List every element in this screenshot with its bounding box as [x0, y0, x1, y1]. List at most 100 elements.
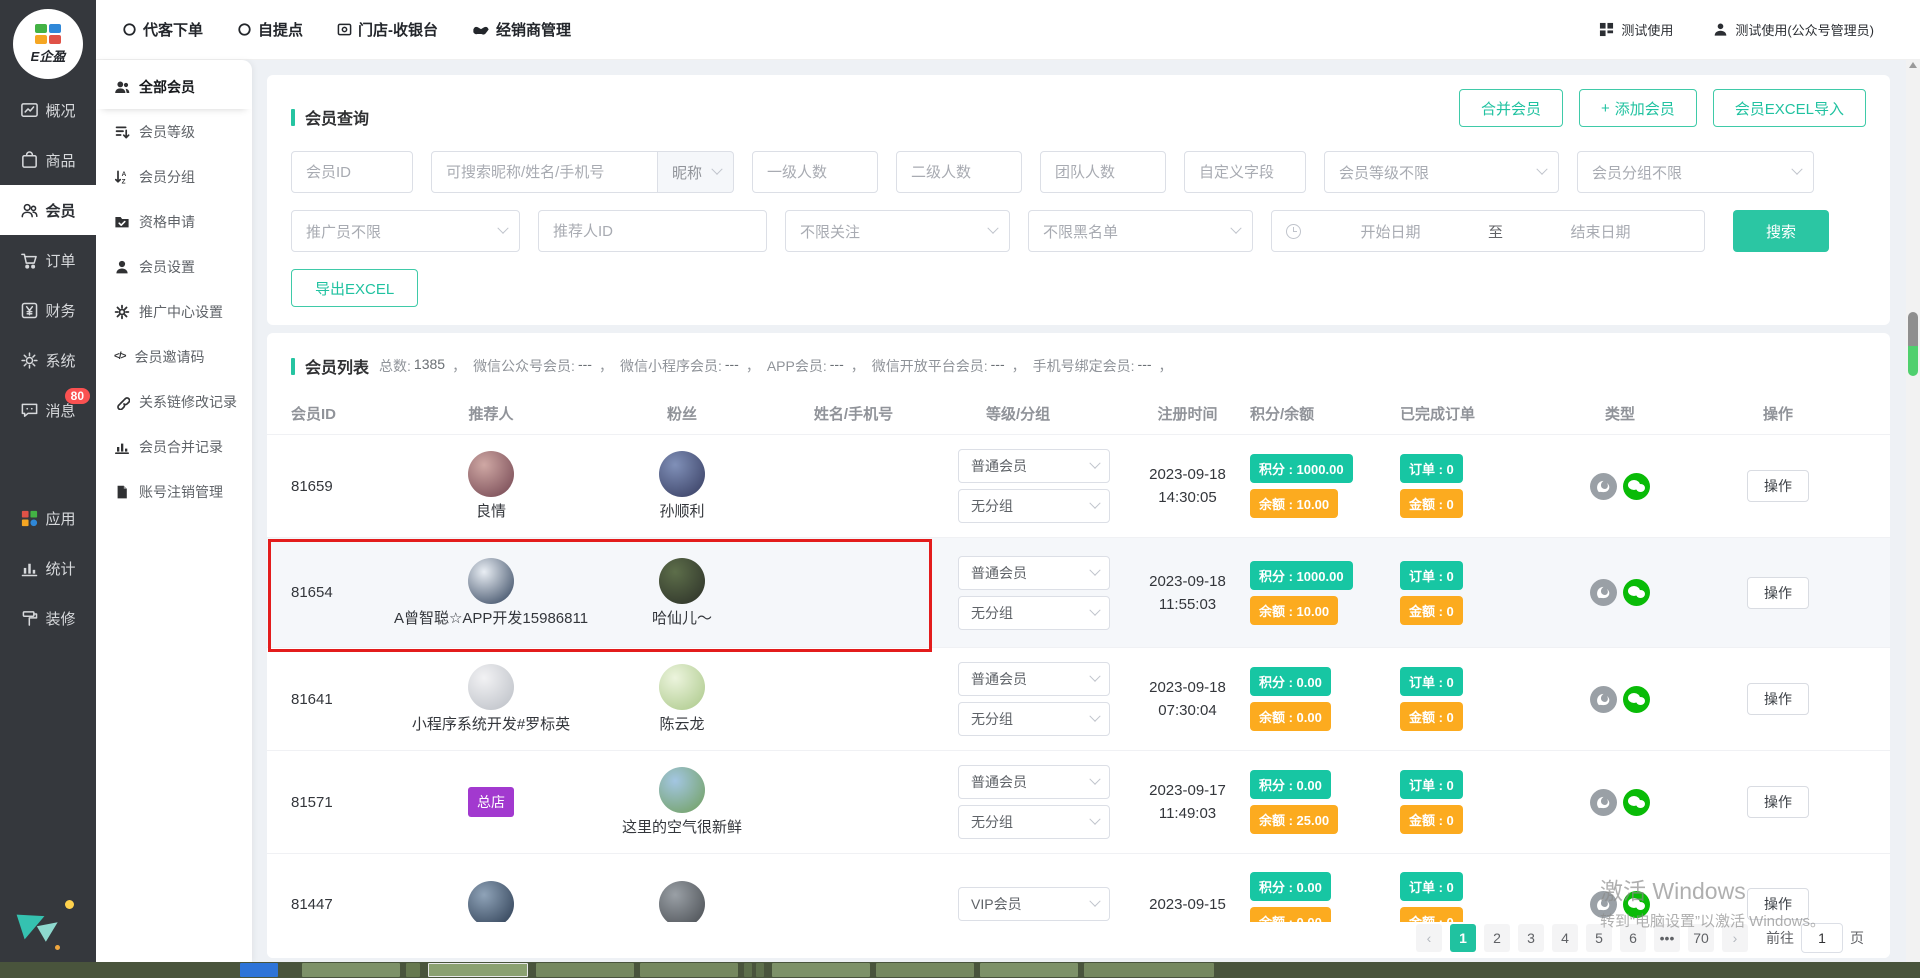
filter-input[interactable]	[539, 223, 766, 240]
pagination-page-2[interactable]: 2	[1484, 924, 1510, 952]
nav-item-2[interactable]: 自提点	[237, 19, 303, 40]
search-button[interactable]: 搜索	[1733, 210, 1829, 252]
submenu-item-chart[interactable]: 会员合并记录	[96, 424, 252, 469]
member-level-select[interactable]: 普通会员	[958, 449, 1110, 483]
pagination-page-3[interactable]: 3	[1518, 924, 1544, 952]
pagination-next-button[interactable]: ›	[1722, 924, 1748, 952]
filter-select-2-0[interactable]: 推广员不限	[291, 210, 520, 252]
sidebar-item-users[interactable]: 会员	[0, 185, 96, 235]
scrollbar-thumb[interactable]	[1908, 312, 1918, 376]
taskbar-window-thumbnail[interactable]	[406, 963, 420, 977]
stat-label: 微信小程序会员:	[620, 356, 722, 376]
taskbar-window-thumbnail[interactable]	[640, 963, 738, 977]
filter-input[interactable]	[292, 164, 412, 181]
member-level-select[interactable]: 普通会员	[958, 662, 1110, 696]
row-action-button[interactable]: 操作	[1747, 888, 1809, 920]
member-level-select[interactable]: 普通会员	[958, 556, 1110, 590]
referrer-cell	[375, 881, 607, 927]
keyword-search-composite: 昵称	[431, 151, 734, 193]
windows-taskbar[interactable]	[0, 962, 1920, 978]
query-title: 会员查询	[305, 105, 369, 129]
sidebar-item-gear[interactable]: 系统	[0, 335, 96, 385]
sidebar-item-monitor[interactable]: 概况	[0, 85, 96, 135]
chevron-down-icon	[1089, 711, 1100, 722]
sidebar-item-cart[interactable]: 订单	[0, 235, 96, 285]
page-goto-input[interactable]	[1801, 923, 1843, 953]
export-excel-button[interactable]: 导出EXCEL	[291, 269, 418, 307]
submenu-item-sortaz[interactable]: AZ会员分组	[96, 154, 252, 199]
member-group-select[interactable]: 无分组	[958, 489, 1110, 523]
nav-item-4[interactable]: 经销商管理	[472, 19, 571, 40]
member-group-select[interactable]: 无分组	[958, 702, 1110, 736]
add-member-button[interactable]: +添加会员	[1579, 89, 1697, 127]
points-badge: 积分 : 0.00	[1250, 770, 1331, 799]
keyword-search-input[interactable]	[432, 164, 657, 181]
taskbar-window-thumbnail[interactable]	[876, 963, 974, 977]
pagination-page-4[interactable]: 4	[1552, 924, 1578, 952]
filter-input[interactable]	[1041, 164, 1165, 181]
member-excel-import-button[interactable]: 会员EXCEL导入	[1713, 89, 1866, 127]
filter-input[interactable]	[1185, 164, 1305, 181]
taskbar-window-thumbnail[interactable]	[772, 963, 870, 977]
member-level-select[interactable]: 普通会员	[958, 765, 1110, 799]
submenu-item-doc[interactable]: 账号注销管理	[96, 469, 252, 514]
submenu-item-users2[interactable]: 全部会员	[96, 64, 252, 109]
filter-select-2-2[interactable]: 不限关注	[785, 210, 1010, 252]
code-icon: </>	[114, 351, 125, 362]
sidebar-item-yen[interactable]: 财务	[0, 285, 96, 335]
end-date-placeholder[interactable]: 结束日期	[1511, 221, 1690, 242]
taskbar-window-thumbnail[interactable]	[536, 963, 634, 977]
brand-logo[interactable]: E企盈	[13, 9, 83, 79]
member-group-select[interactable]: 无分组	[958, 596, 1110, 630]
submenu-item-person[interactable]: 会员设置	[96, 244, 252, 289]
filter-select-1-6[interactable]: 会员等级不限	[1324, 151, 1559, 193]
member-group-select[interactable]: 无分组	[958, 805, 1110, 839]
pagination-prev-button[interactable]: ‹	[1416, 924, 1442, 952]
submenu-item-folderck[interactable]: 资格申请	[96, 199, 252, 244]
filter-input[interactable]	[753, 164, 877, 181]
row-action-button[interactable]: 操作	[1747, 577, 1809, 609]
sidebar-item-label: 财务	[45, 300, 75, 321]
sidebar-item-goods[interactable]: 商品	[0, 135, 96, 185]
pagination-ellipsis[interactable]: •••	[1654, 924, 1680, 952]
pagination-page-70[interactable]: 70	[1688, 924, 1714, 952]
nav-item-1[interactable]: 代客下单	[122, 19, 203, 40]
register-date-range[interactable]: 开始日期至结束日期	[1271, 210, 1705, 252]
taskbar-window-thumbnail[interactable]	[240, 963, 278, 977]
scrollbar-up-arrow-icon[interactable]	[1909, 62, 1917, 68]
sidebar-item-bubble[interactable]: 消息80	[0, 385, 96, 435]
start-date-placeholder[interactable]: 开始日期	[1301, 221, 1480, 242]
nav-item-3[interactable]: 门店-收银台	[337, 19, 438, 40]
taskbar-window-thumbnail[interactable]	[756, 963, 764, 977]
merge-member-button[interactable]: 合并会员	[1459, 89, 1563, 127]
filter-input[interactable]	[897, 164, 1021, 181]
wechat-icon	[1623, 789, 1650, 816]
pagination-page-1[interactable]: 1	[1450, 924, 1476, 952]
sidebar-item-apps[interactable]: 应用	[0, 493, 96, 543]
filter-select-1-7[interactable]: 会员分组不限	[1577, 151, 1814, 193]
submenu-item-gear2[interactable]: 推广中心设置	[96, 289, 252, 334]
taskbar-window-thumbnail[interactable]	[1084, 963, 1214, 977]
taskbar-window-thumbnail[interactable]	[302, 963, 400, 977]
row-action-button[interactable]: 操作	[1747, 470, 1809, 502]
pagination-page-5[interactable]: 5	[1586, 924, 1612, 952]
taskbar-window-thumbnail[interactable]	[744, 963, 752, 977]
sidebar-item-roller[interactable]: 装修	[0, 593, 96, 643]
filter-select-2-3[interactable]: 不限黑名单	[1028, 210, 1253, 252]
account-user[interactable]: 测试使用(公众号管理员)	[1713, 20, 1874, 39]
submenu-item-link[interactable]: 关系链修改记录	[96, 379, 252, 424]
pagination-page-6[interactable]: 6	[1620, 924, 1646, 952]
member-level-select[interactable]: VIP会员	[958, 887, 1110, 921]
account-workspace[interactable]: 测试使用	[1599, 20, 1673, 39]
submenu-item-code[interactable]: </>会员邀请码	[96, 334, 252, 379]
completed-orders-cell: 订单 : 0金额 : 0	[1400, 770, 1550, 834]
taskbar-window-thumbnail[interactable]	[980, 963, 1078, 977]
sidebar-item-stats[interactable]: 统计	[0, 543, 96, 593]
taskbar-window-thumbnail[interactable]	[428, 963, 528, 977]
submenu-item-sortlevel[interactable]: 会员等级	[96, 109, 252, 154]
keyword-type-select[interactable]: 昵称	[658, 151, 734, 193]
row-action-button[interactable]: 操作	[1747, 786, 1809, 818]
row-action-button[interactable]: 操作	[1747, 683, 1809, 715]
user-icon	[1713, 22, 1728, 37]
vertical-scrollbar[interactable]	[1906, 60, 1920, 962]
